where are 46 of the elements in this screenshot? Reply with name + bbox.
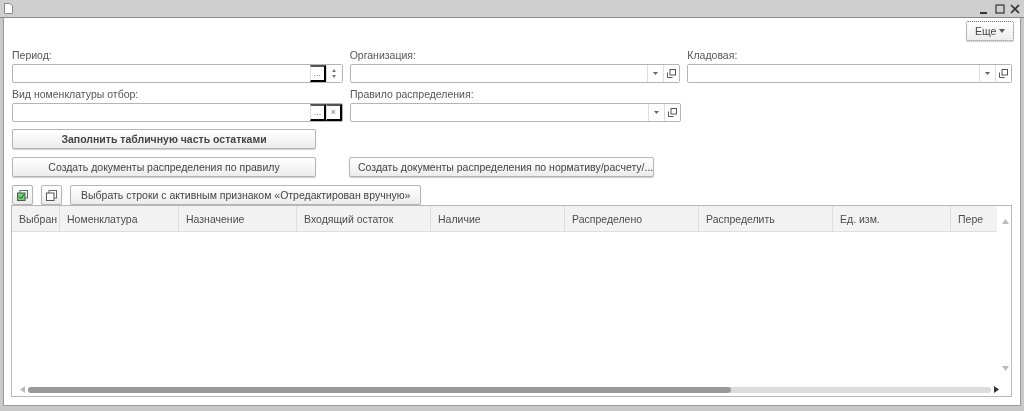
- input-field[interactable]: [349, 64, 681, 83]
- column-header[interactable]: Наличие: [431, 206, 565, 231]
- field-label: Правило распределения:: [350, 87, 475, 101]
- column-header[interactable]: Распределить: [699, 206, 833, 231]
- input-field[interactable]: [350, 103, 681, 122]
- scrollbar-track[interactable]: [27, 386, 992, 393]
- action-button[interactable]: Создать документы распределения по нормативу/расчету/...: [349, 157, 654, 177]
- open-icon[interactable]: [668, 108, 677, 117]
- column-header[interactable]: Номенклатура: [60, 206, 179, 231]
- field-button[interactable]: ...: [310, 104, 326, 121]
- column-header[interactable]: Пере: [951, 206, 991, 231]
- open-icon[interactable]: [999, 69, 1008, 78]
- spin-down-icon[interactable]: [332, 75, 337, 78]
- dropdown-icon[interactable]: [654, 111, 659, 114]
- action-button[interactable]: Выбрать строки с активным признаком «Отредактирован вручную»: [70, 185, 422, 205]
- scrollbar-thumb[interactable]: [27, 386, 732, 393]
- column-header[interactable]: Выбран: [12, 206, 60, 231]
- field-button[interactable]: ...: [309, 65, 326, 82]
- input-field[interactable]: ... ×: [12, 103, 343, 122]
- input-field[interactable]: [687, 64, 1012, 83]
- field-label: Период:: [12, 48, 53, 62]
- maximize-icon[interactable]: [994, 3, 1005, 14]
- column-header[interactable]: Назначение: [179, 206, 297, 231]
- close-icon[interactable]: [1010, 3, 1020, 14]
- field-label: Вид номенклатуры отбор:: [12, 87, 140, 101]
- input-field[interactable]: ...: [12, 64, 343, 83]
- spin-up-icon[interactable]: [332, 69, 337, 72]
- check-all-button[interactable]: [12, 185, 33, 205]
- field-button[interactable]: ×: [326, 104, 342, 121]
- column-header[interactable]: Ед. изм.: [833, 206, 951, 231]
- document-icon: [4, 3, 13, 14]
- column-header[interactable]: Распределено: [565, 206, 699, 231]
- field-label: Кладовая:: [687, 48, 739, 62]
- action-button[interactable]: Заполнить табличную часть остатками: [12, 129, 316, 149]
- dropdown-icon[interactable]: [653, 72, 659, 75]
- checkboxes-icon: [17, 189, 28, 201]
- more-button[interactable]: Еще: [965, 21, 1014, 41]
- field-label: Организация:: [349, 48, 417, 62]
- uncheck-all-button[interactable]: [41, 185, 62, 205]
- action-button[interactable]: Создать документы распределения по правилу: [12, 157, 316, 177]
- caret-icon: [999, 29, 1005, 33]
- empty-checkboxes-icon: [46, 189, 57, 201]
- scroll-right-icon[interactable]: [994, 386, 999, 393]
- open-icon[interactable]: [667, 69, 677, 78]
- column-header[interactable]: Входящий остаток: [297, 206, 431, 231]
- dropdown-icon[interactable]: [985, 72, 990, 75]
